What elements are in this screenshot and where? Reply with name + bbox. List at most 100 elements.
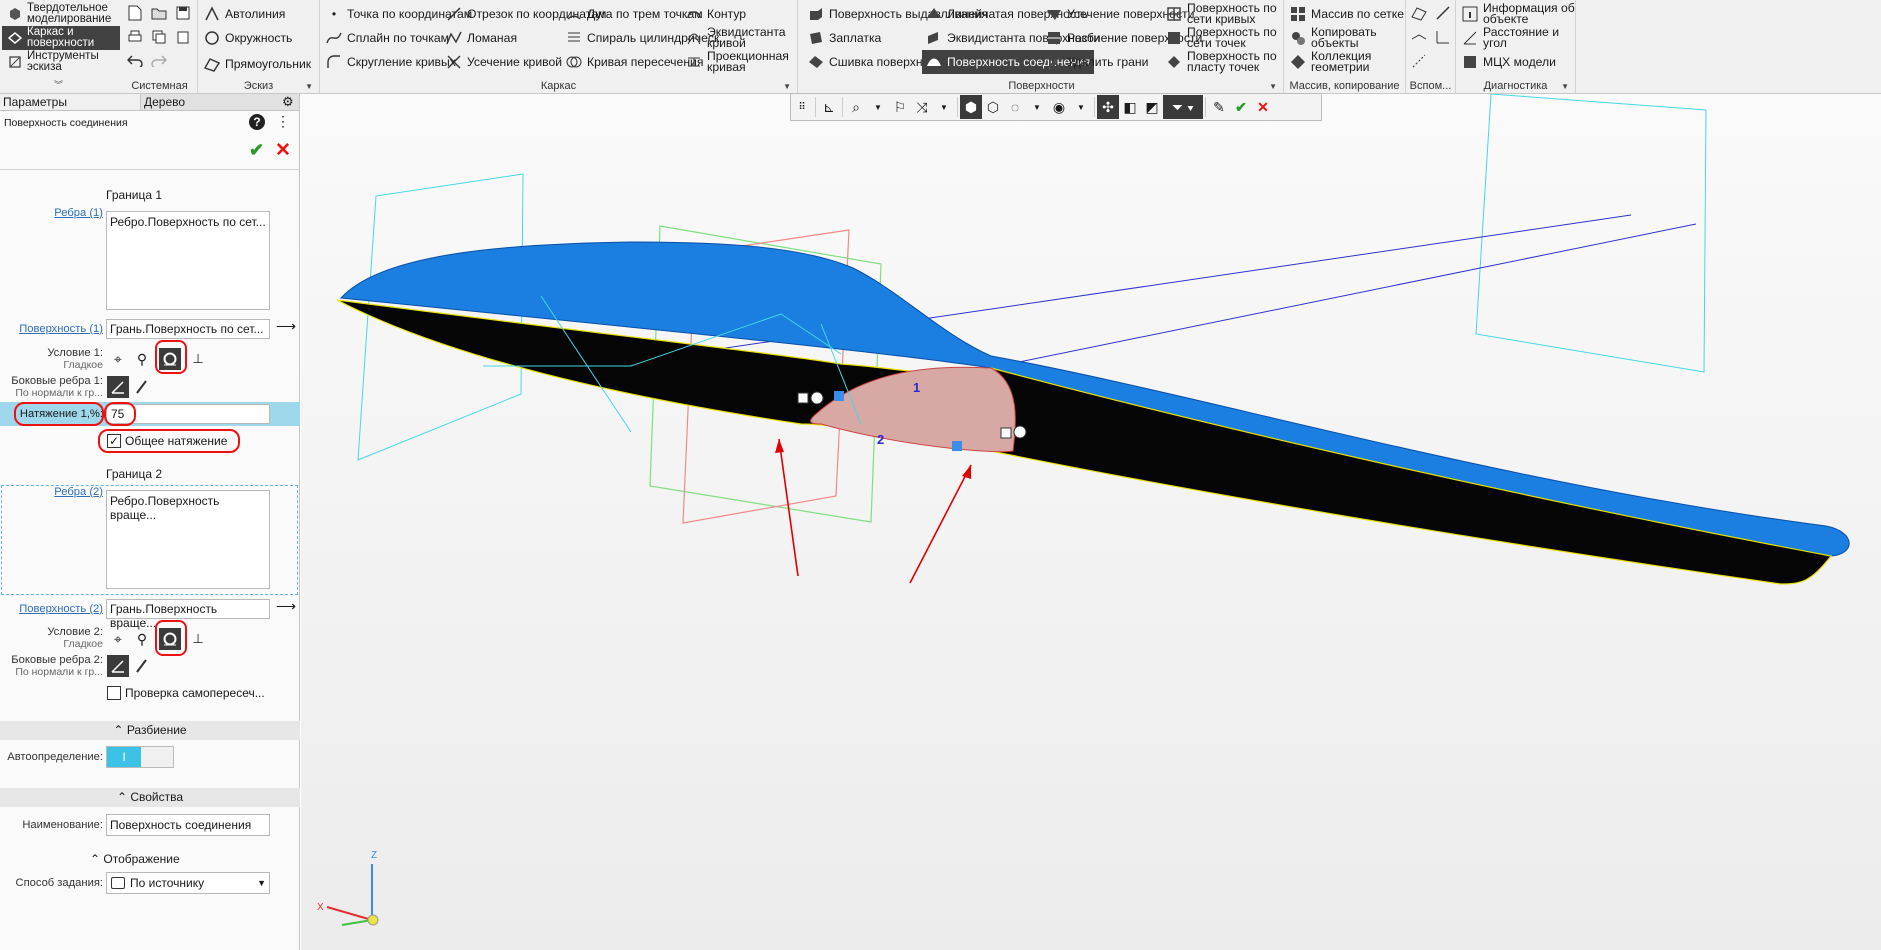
section-split-header[interactable]: ⌃ Разбиение — [0, 721, 300, 740]
edges1-item[interactable]: Ребро.Поверхность по сет... — [110, 215, 266, 229]
save-icon[interactable] — [174, 4, 192, 22]
name-input[interactable]: Поверхность соединения — [106, 814, 270, 836]
expand-chevron-icon[interactable]: ︾ — [54, 78, 63, 91]
cond2-none-button[interactable]: ⌖ — [107, 628, 129, 650]
model-viewport[interactable]: 1 2 X Z — [301, 94, 1881, 950]
fillet-curves-button[interactable]: Скругление кривых — [326, 50, 456, 74]
direction-marker[interactable] — [834, 391, 844, 401]
contour-button[interactable]: Контур — [686, 2, 746, 26]
cond1-none-button[interactable]: ⌖ — [107, 348, 129, 370]
cond1-normal-button[interactable]: ⊥ — [187, 348, 209, 370]
section-properties-header[interactable]: ⌃ Свойства — [0, 788, 300, 807]
visibility-dropdown-icon[interactable]: ▼ — [1070, 95, 1092, 119]
aux-cs-icon[interactable] — [1434, 28, 1452, 46]
distance-angle-button[interactable]: Расстояние и угол — [1462, 26, 1575, 50]
self-intersection-checkbox[interactable] — [107, 686, 121, 700]
boundary2-marker[interactable] — [1000, 427, 1012, 439]
rotate-dropdown-icon[interactable]: ▼ — [933, 95, 955, 119]
cond2-tangent-button[interactable]: ⚲ — [131, 628, 153, 650]
black-surface[interactable] — [336, 299, 1833, 585]
surface2-arrow-icon[interactable]: ⟶ — [276, 598, 296, 615]
surface2-link[interactable]: Поверхность (2) — [2, 603, 103, 615]
section-view-icon[interactable]: ◧ — [1119, 95, 1141, 119]
object-info-button[interactable]: Информация об объекте — [1462, 2, 1575, 26]
offset-curve-button[interactable]: Эквидистанта кривой — [686, 26, 797, 50]
mode-solid-modeling[interactable]: Твердотельное моделирование — [2, 2, 120, 26]
group-surfaces-dropdown-icon[interactable]: ▼ — [1269, 82, 1277, 91]
zoom-icon[interactable]: ⌕ — [845, 95, 867, 119]
boundary2-handle-icon[interactable] — [1013, 425, 1027, 439]
new-file-icon[interactable] — [126, 4, 144, 22]
tab-parameters[interactable]: Параметры — [0, 94, 140, 110]
side1-tangent-button[interactable] — [131, 376, 153, 398]
trim-curve-button[interactable]: Усечение кривой — [446, 50, 562, 74]
cancel-x-icon[interactable]: ✕ — [275, 139, 291, 162]
grid-array-button[interactable]: Массив по сетке — [1290, 2, 1404, 26]
surface1-link[interactable]: Поверхность (1) — [2, 323, 103, 335]
group-sketch-dropdown-icon[interactable]: ▼ — [305, 82, 313, 91]
mode-frame-surfaces[interactable]: Каркас и поверхности — [2, 26, 120, 50]
curve-mesh-surface-button[interactable]: Поверхность по сети кривых — [1166, 2, 1283, 26]
filter-icon[interactable]: ⏷ ▾ — [1163, 95, 1203, 119]
intersection-curve-button[interactable]: Кривая пересечения — [566, 50, 703, 74]
copy-icon[interactable] — [150, 28, 168, 46]
projection-curve-button[interactable]: Проекционная кривая — [686, 50, 797, 74]
cancel-x-icon[interactable]: ✕ — [1252, 95, 1274, 119]
edges2-list[interactable]: Ребро.Поверхность враще... — [106, 490, 270, 589]
arc-3points-button[interactable]: Дуга по трем точкам — [566, 2, 703, 26]
zoom-dropdown-icon[interactable]: ▼ — [867, 95, 889, 119]
shaded-view-icon[interactable]: ⬢ — [960, 95, 982, 119]
surface2-field[interactable]: Грань.Поверхность враще... — [106, 599, 270, 630]
edges1-link[interactable]: Ребра (1) — [2, 207, 103, 219]
print-icon[interactable] — [126, 28, 144, 46]
group-frame-dropdown-icon[interactable]: ▼ — [783, 82, 791, 91]
aux-line-icon[interactable] — [1410, 52, 1428, 70]
side2-tangent-button[interactable] — [131, 655, 153, 677]
rectangle-button[interactable]: Прямоугольник — [204, 52, 311, 76]
boundary1-handle-icon[interactable] — [810, 391, 824, 405]
delete-faces-button[interactable]: Удалить грани — [1046, 50, 1148, 74]
geometry-collection-button[interactable]: Коллекция геометрии — [1290, 50, 1405, 74]
undo-icon[interactable] — [126, 52, 144, 70]
toolbar-grip-icon[interactable]: ⠿ — [791, 95, 813, 119]
snap-icon[interactable]: ✣ — [1097, 95, 1119, 119]
cond1-tangent-button[interactable]: ⚲ — [131, 348, 153, 370]
surface1-field[interactable]: Грань.Поверхность по сет... — [106, 319, 270, 339]
auto-detect-toggle[interactable]: I — [106, 746, 174, 768]
point-mesh-surface-button[interactable]: Поверхность по сети точек — [1166, 26, 1283, 50]
tab-tree[interactable]: Дерево — [140, 94, 280, 110]
point-cloud-surface-button[interactable]: Поверхность по пласту точек — [1166, 50, 1283, 74]
edges2-item[interactable]: Ребро.Поверхность враще... — [110, 494, 219, 522]
circle-button[interactable]: Окружность — [204, 26, 292, 50]
rotate-icon[interactable]: ⤨ — [911, 95, 933, 119]
help-icon[interactable]: ? — [249, 114, 265, 130]
paste-icon[interactable] — [174, 28, 192, 46]
open-folder-icon[interactable] — [150, 4, 168, 22]
panel-settings-gear-icon[interactable]: ⚙ — [282, 94, 294, 110]
spline-button[interactable]: Сплайн по точкам — [326, 26, 449, 50]
section-display-header[interactable]: ⌃ Отображение — [90, 853, 180, 865]
copy-objects-button[interactable]: Копировать объекты — [1290, 26, 1405, 50]
cond2-normal-button[interactable]: ⊥ — [187, 628, 209, 650]
polyline-button[interactable]: Ломаная — [446, 26, 517, 50]
aux-axis-icon[interactable] — [1434, 4, 1452, 22]
aux-point-icon[interactable] — [1410, 28, 1428, 46]
wireframe-view-icon[interactable]: ⬡ — [982, 95, 1004, 119]
method-select[interactable]: По источнику ▼ — [106, 872, 270, 894]
edges1-list[interactable]: Ребро.Поверхность по сет... — [106, 211, 270, 310]
measure-view-icon[interactable]: ◩ — [1141, 95, 1163, 119]
boundary1-marker[interactable] — [797, 392, 809, 404]
patch-button[interactable]: Заплатка — [808, 26, 881, 50]
group-diagnostics-dropdown-icon[interactable]: ▼ — [1561, 82, 1569, 91]
surface1-arrow-icon[interactable]: ⟶ — [276, 318, 296, 335]
apply-check-icon[interactable]: ✔ — [1230, 95, 1252, 119]
eyedropper-icon[interactable]: ✎ — [1208, 95, 1230, 119]
visibility-icon[interactable]: ◉ — [1048, 95, 1070, 119]
hidden-lines-dropdown-icon[interactable]: ▼ — [1026, 95, 1048, 119]
aux-plane-icon[interactable] — [1410, 4, 1428, 22]
side1-normal-button[interactable] — [107, 376, 129, 398]
confirm-check-icon[interactable]: ✔ — [249, 140, 264, 161]
mass-properties-button[interactable]: МЦХ модели — [1462, 50, 1556, 74]
tree-view-icon[interactable]: ⋮ — [276, 113, 290, 130]
edges2-link[interactable]: Ребра (2) — [2, 486, 103, 498]
